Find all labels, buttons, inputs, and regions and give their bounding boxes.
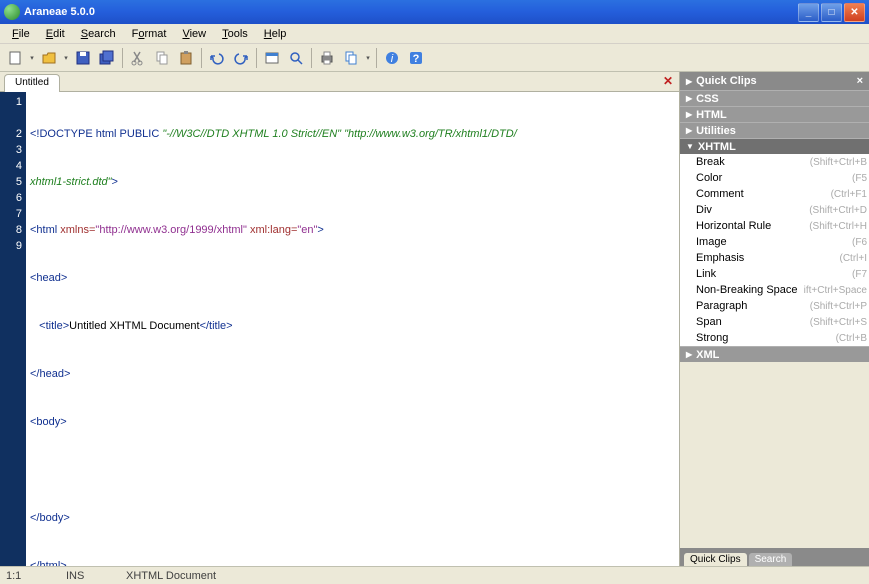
line-number: 6 xyxy=(0,190,22,206)
menu-view[interactable]: View xyxy=(174,26,214,42)
info-button[interactable]: i xyxy=(381,47,403,69)
toolbar-separator xyxy=(201,48,202,68)
clip-list: Break(Shift+Ctrl+B Color(F5 Comment(Ctrl… xyxy=(680,154,869,346)
category-utilities[interactable]: ▶Utilities xyxy=(680,122,869,138)
panel-fill xyxy=(680,362,869,548)
panel-tab-search[interactable]: Search xyxy=(749,553,793,566)
maximize-button[interactable]: □ xyxy=(821,3,842,22)
panel-header: ▶ Quick Clips × xyxy=(680,72,869,90)
line-number: 8 xyxy=(0,222,22,238)
menu-help[interactable]: Help xyxy=(256,26,295,42)
toolbar-separator xyxy=(122,48,123,68)
preview-button[interactable] xyxy=(261,47,283,69)
menu-search[interactable]: Search xyxy=(73,26,124,42)
menu-file[interactable]: File xyxy=(4,26,38,42)
chevron-right-icon: ▶ xyxy=(686,77,692,86)
copy-doc-button[interactable] xyxy=(340,47,362,69)
window-buttons: _ □ ✕ xyxy=(798,3,865,22)
category-html[interactable]: ▶HTML xyxy=(680,106,869,122)
panel-tab-clips[interactable]: Quick Clips xyxy=(684,553,747,566)
work-area: Untitled ✕ 1 2 3 4 5 6 7 8 9 <!DOCTYPE h… xyxy=(0,72,869,566)
line-gutter: 1 2 3 4 5 6 7 8 9 xyxy=(0,92,26,566)
quick-clips-panel: ▶ Quick Clips × ▶CSS ▶HTML ▶Utilities ▼X… xyxy=(679,72,869,566)
clip-item-break[interactable]: Break(Shift+Ctrl+B xyxy=(680,154,869,170)
menu-format[interactable]: Format xyxy=(124,26,175,42)
category-xhtml[interactable]: ▼XHTML xyxy=(680,138,869,154)
copy-button[interactable] xyxy=(151,47,173,69)
editor-pane: Untitled ✕ 1 2 3 4 5 6 7 8 9 <!DOCTYPE h… xyxy=(0,72,679,566)
find-button[interactable] xyxy=(285,47,307,69)
status-insert-mode: INS xyxy=(66,570,106,582)
panel-tabs: Quick Clips Search xyxy=(680,548,869,566)
code-editor[interactable]: 1 2 3 4 5 6 7 8 9 <!DOCTYPE html PUBLIC … xyxy=(0,92,679,566)
window-title: Araneae 5.0.0 xyxy=(24,6,798,18)
clip-item-div[interactable]: Div(Shift+Ctrl+D xyxy=(680,202,869,218)
open-button[interactable] xyxy=(38,47,60,69)
status-doc-type: XHTML Document xyxy=(126,570,216,582)
toolbar-separator xyxy=(376,48,377,68)
chevron-right-icon: ▶ xyxy=(686,110,692,119)
toolbar-separator xyxy=(256,48,257,68)
menu-tools[interactable]: Tools xyxy=(214,26,256,42)
document-tabs: Untitled ✕ xyxy=(0,72,679,92)
line-number: 2 xyxy=(0,126,22,142)
copy-doc-dropdown[interactable]: ▾ xyxy=(364,54,372,62)
print-button[interactable] xyxy=(316,47,338,69)
undo-button[interactable] xyxy=(206,47,228,69)
line-number: 4 xyxy=(0,158,22,174)
new-dropdown[interactable]: ▾ xyxy=(28,54,36,62)
line-number: 1 xyxy=(0,94,22,110)
clip-item-emphasis[interactable]: Emphasis(Ctrl+I xyxy=(680,250,869,266)
category-xml[interactable]: ▶XML xyxy=(680,346,869,362)
clip-item-link[interactable]: Link(F7 xyxy=(680,266,869,282)
chevron-right-icon: ▶ xyxy=(686,126,692,135)
clip-item-nbsp[interactable]: Non-Breaking Spaceift+Ctrl+Space xyxy=(680,282,869,298)
clip-item-image[interactable]: Image(F6 xyxy=(680,234,869,250)
clip-item-span[interactable]: Span(Shift+Ctrl+S xyxy=(680,314,869,330)
minimize-button[interactable]: _ xyxy=(798,3,819,22)
help-button[interactable]: ? xyxy=(405,47,427,69)
clip-item-hr[interactable]: Horizontal Rule(Shift+Ctrl+H xyxy=(680,218,869,234)
panel-title: Quick Clips xyxy=(696,75,757,87)
menu-edit[interactable]: Edit xyxy=(38,26,73,42)
clip-item-paragraph[interactable]: Paragraph(Shift+Ctrl+P xyxy=(680,298,869,314)
svg-text:?: ? xyxy=(413,53,420,65)
statusbar: 1:1 INS XHTML Document xyxy=(0,566,869,584)
line-number: 5 xyxy=(0,174,22,190)
toolbar: ▾ ▾ ▾ i ? xyxy=(0,44,869,72)
line-number: 7 xyxy=(0,206,22,222)
cut-button[interactable] xyxy=(127,47,149,69)
close-button[interactable]: ✕ xyxy=(844,3,865,22)
clip-item-comment[interactable]: Comment(Ctrl+F1 xyxy=(680,186,869,202)
category-css[interactable]: ▶CSS xyxy=(680,90,869,106)
titlebar: Araneae 5.0.0 _ □ ✕ xyxy=(0,0,869,24)
open-dropdown[interactable]: ▾ xyxy=(62,54,70,62)
chevron-right-icon: ▶ xyxy=(686,94,692,103)
toolbar-separator xyxy=(311,48,312,68)
menubar: File Edit Search Format View Tools Help xyxy=(0,24,869,44)
clip-item-strong[interactable]: Strong(Ctrl+B xyxy=(680,330,869,346)
line-number: 3 xyxy=(0,142,22,158)
save-all-button[interactable] xyxy=(96,47,118,69)
chevron-right-icon: ▶ xyxy=(686,350,692,359)
document-tab[interactable]: Untitled xyxy=(4,74,60,92)
code-content[interactable]: <!DOCTYPE html PUBLIC "-//W3C//DTD XHTML… xyxy=(26,92,679,566)
line-number: 9 xyxy=(0,238,22,254)
new-button[interactable] xyxy=(4,47,26,69)
status-cursor-pos: 1:1 xyxy=(6,570,46,582)
panel-close-icon[interactable]: × xyxy=(857,75,863,87)
save-button[interactable] xyxy=(72,47,94,69)
chevron-down-icon: ▼ xyxy=(686,142,694,151)
redo-button[interactable] xyxy=(230,47,252,69)
clip-item-color[interactable]: Color(F5 xyxy=(680,170,869,186)
app-icon xyxy=(4,4,20,20)
close-tab-icon[interactable]: ✕ xyxy=(663,74,673,88)
paste-button[interactable] xyxy=(175,47,197,69)
